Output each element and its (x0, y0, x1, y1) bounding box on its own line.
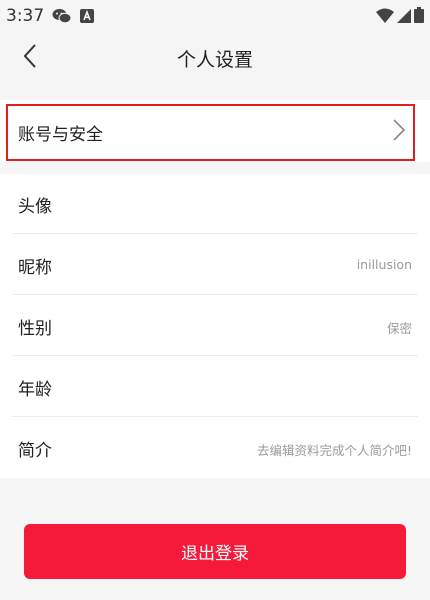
a-icon (80, 9, 94, 23)
gender-value: 保密 (386, 321, 412, 336)
avatar-row[interactable]: 头像 (0, 174, 430, 234)
bio-value: 去编辑资料完成个人简介吧! (256, 443, 412, 458)
logout-button[interactable]: 退出登录 (24, 524, 406, 579)
status-right (376, 7, 424, 27)
battery-icon (414, 7, 424, 27)
avatar-label: 头像 (18, 197, 52, 217)
status-time: 3:37 (6, 6, 45, 26)
divider (12, 355, 418, 356)
divider (12, 233, 418, 234)
divider (12, 294, 418, 295)
bio-label: 简介 (18, 441, 52, 461)
age-row[interactable]: 年龄 (0, 357, 430, 417)
nickname-value: inillusion (356, 257, 412, 272)
age-label: 年龄 (18, 380, 52, 400)
bio-row[interactable]: 简介 去编辑资料完成个人简介吧! (0, 418, 430, 478)
status-bar: 3:37 (0, 0, 430, 34)
divider (12, 416, 418, 417)
account-security-label: 账号与安全 (18, 125, 103, 145)
title-bar: 个人设置 (0, 34, 430, 82)
page-title: 个人设置 (176, 49, 253, 71)
profile-settings-list: 头像 昵称 inillusion 性别 保密 年龄 简介 去编辑资料完成个人简介… (0, 174, 430, 478)
nickname-label: 昵称 (18, 258, 52, 278)
gender-row[interactable]: 性别 保密 (0, 296, 430, 356)
chevron-right-icon (392, 118, 406, 146)
gender-label: 性别 (18, 319, 52, 339)
wifi-icon (376, 8, 394, 27)
nickname-row[interactable]: 昵称 inillusion (0, 235, 430, 295)
account-security-row[interactable]: 账号与安全 (0, 100, 430, 162)
wechat-icon (52, 8, 72, 28)
signal-icon (397, 8, 411, 27)
